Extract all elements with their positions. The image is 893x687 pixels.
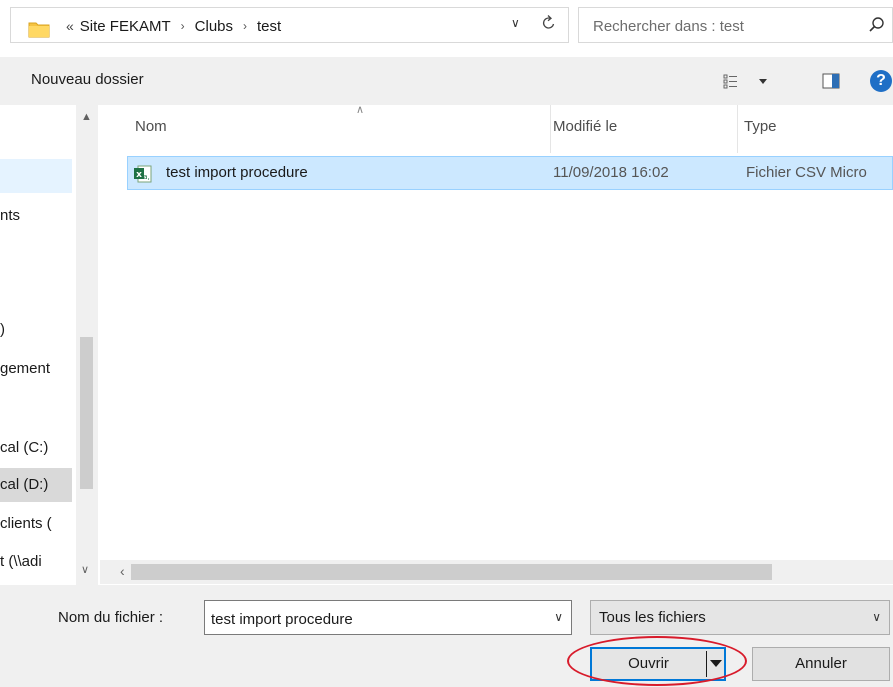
dialog-footer: Nom du fichier : ∨ Tous les fichiers ∨ O… xyxy=(0,585,893,687)
search-icon[interactable] xyxy=(868,16,888,36)
new-folder-button[interactable]: Nouveau dossier xyxy=(31,71,144,88)
horizontal-scrollbar[interactable]: ‹ xyxy=(100,560,893,584)
nav-item[interactable]: gement xyxy=(0,352,72,386)
navigation-pane: nts ) gement cal (C:) cal (D:) clients (… xyxy=(0,105,100,585)
split-divider xyxy=(706,651,707,677)
nav-item-network[interactable]: t (\\adi xyxy=(0,545,72,579)
csv-file-icon: x a, xyxy=(133,164,153,184)
chevron-down-icon[interactable]: ∨ xyxy=(872,610,881,624)
cancel-button[interactable]: Annuler xyxy=(752,647,890,681)
address-bar[interactable]: « Site FEKAMT › Clubs › test ∨ xyxy=(10,7,569,43)
scroll-up-icon[interactable]: ▲ xyxy=(81,111,92,123)
file-type: Fichier CSV Micro xyxy=(746,164,867,181)
breadcrumb-overflow[interactable]: « xyxy=(66,18,74,34)
column-header-modified[interactable]: Modifié le xyxy=(551,105,737,153)
view-options-icon[interactable] xyxy=(723,73,773,91)
file-row[interactable]: x a, test import procedure 11/09/2018 16… xyxy=(127,156,893,190)
folder-icon xyxy=(28,20,50,38)
chevron-down-icon[interactable]: ∨ xyxy=(554,610,563,624)
search-box[interactable] xyxy=(578,7,893,43)
scroll-down-icon[interactable]: ∨ xyxy=(81,563,89,576)
refresh-icon[interactable] xyxy=(541,14,561,36)
file-open-dialog: « Site FEKAMT › Clubs › test ∨ Nouveau d… xyxy=(0,0,893,687)
open-button-label: Ouvrir xyxy=(628,655,669,672)
file-name: test import procedure xyxy=(166,164,308,181)
filename-combobox[interactable]: ∨ xyxy=(204,600,572,635)
scroll-left-icon[interactable]: ‹ xyxy=(120,563,125,579)
filename-label: Nom du fichier : xyxy=(58,609,164,626)
nav-item[interactable]: ) xyxy=(0,313,72,347)
toolbar: Nouveau dossier ? xyxy=(0,57,893,105)
file-list: Nom ∧ Modifié le Type x a, test import p… xyxy=(100,104,893,585)
chevron-right-icon[interactable]: › xyxy=(243,19,247,33)
scroll-thumb[interactable] xyxy=(80,337,93,489)
breadcrumb-item-test[interactable]: test xyxy=(257,18,281,35)
breadcrumb: « Site FEKAMT › Clubs › test xyxy=(66,16,281,36)
dropdown-arrow-icon[interactable] xyxy=(710,660,722,667)
svg-text:x: x xyxy=(136,170,142,180)
scroll-thumb[interactable] xyxy=(131,564,772,580)
preview-pane-icon[interactable] xyxy=(822,73,840,89)
filename-input[interactable] xyxy=(211,609,531,629)
nav-scrollbar[interactable]: ▲ ∨ xyxy=(76,105,98,585)
nav-item-clients[interactable]: clients ( xyxy=(0,507,72,541)
nav-item-local-c[interactable]: cal (C:) xyxy=(0,431,72,465)
column-header-type[interactable]: Type xyxy=(738,105,893,153)
nav-item[interactable]: nts xyxy=(0,199,72,233)
open-button[interactable]: Ouvrir xyxy=(590,647,726,681)
help-icon[interactable]: ? xyxy=(870,70,892,92)
file-modified: 11/09/2018 16:02 xyxy=(553,164,669,181)
file-type-filter-value: Tous les fichiers xyxy=(599,609,706,626)
chevron-down-icon[interactable]: ∨ xyxy=(511,16,527,36)
breadcrumb-item-clubs[interactable]: Clubs xyxy=(195,18,233,35)
column-header-name[interactable]: Nom ∧ xyxy=(127,104,550,153)
nav-item[interactable] xyxy=(0,159,72,193)
chevron-right-icon[interactable]: › xyxy=(181,19,185,33)
breadcrumb-item-site[interactable]: Site FEKAMT xyxy=(80,18,171,35)
search-input[interactable] xyxy=(593,16,843,36)
svg-text:a,: a, xyxy=(143,173,150,181)
file-type-filter[interactable]: Tous les fichiers ∨ xyxy=(590,600,890,635)
sort-ascending-icon: ∧ xyxy=(356,104,365,116)
nav-item-local-d[interactable]: cal (D:) xyxy=(0,468,72,502)
